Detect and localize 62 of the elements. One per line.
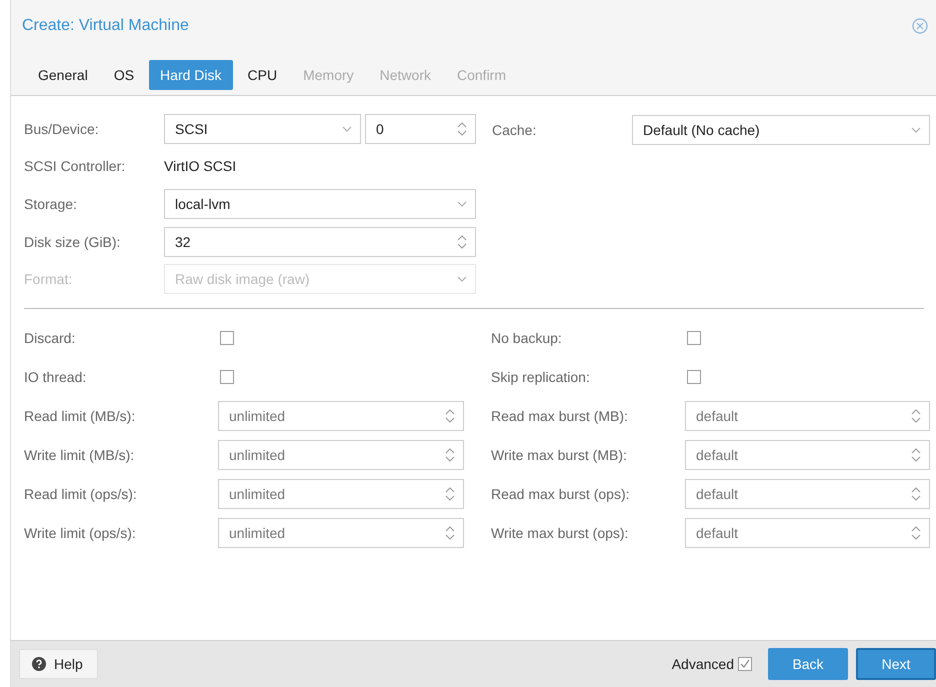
advanced-label: Advanced <box>672 656 734 672</box>
field-label: Bus/Device: <box>24 120 100 137</box>
spinner-arrows-icon <box>911 408 921 424</box>
window-title: Create: Virtual Machine <box>22 17 189 35</box>
field-label: Read limit (ops/s): <box>24 486 138 502</box>
field-label: Read limit (MB/s): <box>24 408 136 424</box>
field-label: Format: <box>24 271 74 288</box>
field-label: Write max burst (ops): <box>491 524 630 540</box>
number-field[interactable]: 32 <box>164 226 476 257</box>
spinner-arrows-icon <box>445 486 455 502</box>
number-field[interactable]: unlimited <box>218 440 464 470</box>
back-button[interactable]: Back <box>768 648 848 680</box>
field-label: Write max burst (MB): <box>491 446 628 462</box>
checkbox[interactable] <box>220 330 234 344</box>
field-label: Storage: <box>24 196 78 212</box>
spinner-arrows-icon <box>911 446 921 462</box>
field-label: Write limit (ops/s): <box>24 524 137 540</box>
tab[interactable]: General <box>27 60 99 90</box>
spinner-arrows-icon <box>445 524 455 540</box>
chevron-down-icon <box>911 126 921 132</box>
spinner-arrows-icon <box>445 446 455 462</box>
chevron-down-icon <box>342 126 352 132</box>
spinner-arrows-icon <box>457 120 467 137</box>
spinner-arrows-icon <box>911 524 921 540</box>
number-field[interactable]: default <box>685 400 930 430</box>
checkbox[interactable] <box>220 370 234 384</box>
field-label: Read max burst (ops): <box>491 486 630 502</box>
number-field[interactable]: default <box>685 518 930 548</box>
chevron-down-icon <box>457 276 467 282</box>
number-field[interactable]: 0 <box>365 114 476 144</box>
select-field[interactable]: local-lvm <box>164 188 476 219</box>
select-field[interactable]: Default (No cache) <box>632 114 930 144</box>
tab[interactable]: Hard Disk <box>149 60 233 90</box>
spinner-arrows-icon <box>445 408 455 424</box>
field-label: Disk size (GiB): <box>24 234 122 250</box>
field-label: No backup: <box>491 330 563 346</box>
field-value: VirtIO SCSI <box>164 158 236 174</box>
field-label: Skip replication: <box>491 368 591 384</box>
field-label: IO thread: <box>24 368 88 384</box>
spinner-arrows-icon <box>457 234 467 250</box>
number-field[interactable]: default <box>685 440 930 470</box>
help-button[interactable]: Help <box>19 649 98 679</box>
checkbox[interactable] <box>687 370 701 384</box>
field-label: SCSI Controller: <box>24 158 126 174</box>
tab[interactable]: OS <box>102 60 146 90</box>
select-field[interactable]: SCSI <box>164 114 361 144</box>
number-field[interactable]: unlimited <box>218 478 464 508</box>
number-field[interactable]: default <box>685 478 930 508</box>
field-label: Cache: <box>492 122 538 138</box>
help-icon <box>32 657 46 671</box>
field-label: Discard: <box>24 330 76 346</box>
next-button[interactable]: Next <box>856 648 936 680</box>
checkbox[interactable] <box>687 330 701 344</box>
field-label: Write limit (MB/s): <box>24 446 136 462</box>
number-field[interactable]: unlimited <box>218 518 464 548</box>
field-label: Read max burst (MB): <box>491 408 629 424</box>
close-icon[interactable] <box>912 18 928 34</box>
number-field[interactable]: unlimited <box>218 400 464 430</box>
checkbox[interactable] <box>738 657 752 671</box>
chevron-down-icon <box>457 200 467 207</box>
tab[interactable]: CPU <box>236 60 288 90</box>
spinner-arrows-icon <box>911 486 921 502</box>
